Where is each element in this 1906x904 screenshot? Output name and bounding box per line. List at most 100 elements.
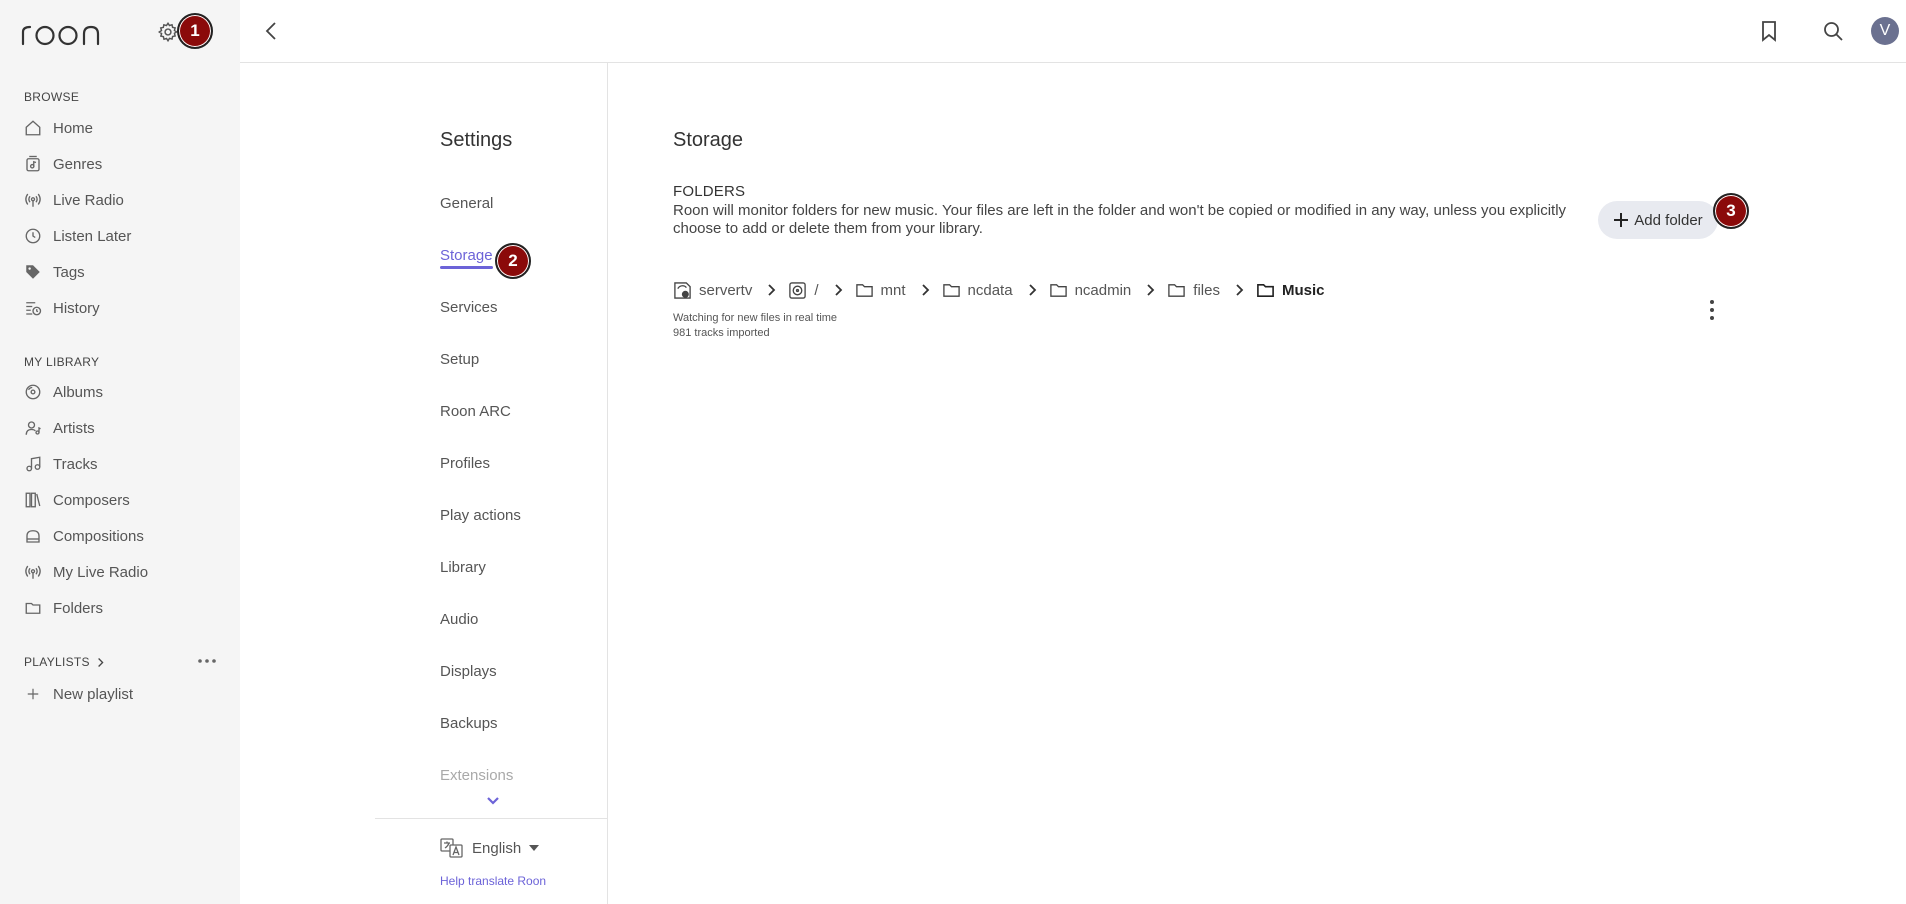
sidebar-item-home[interactable]: Home: [24, 113, 224, 143]
folder-icon: [1167, 281, 1186, 300]
top-bar: V: [240, 0, 1906, 63]
sidebar-item-folders[interactable]: Folders: [24, 593, 224, 623]
sidebar-item-label: Folders: [53, 599, 104, 617]
path-crumb-label: ncadmin: [1074, 281, 1132, 299]
composition-icon: [24, 527, 42, 545]
settings-nav-profiles[interactable]: Profiles: [440, 455, 490, 472]
new-playlist-button[interactable]: New playlist: [24, 679, 224, 709]
my-library-section-label: MY LIBRARY: [24, 355, 100, 369]
path-crumb-files[interactable]: files: [1167, 281, 1220, 300]
path-crumb-label: Music: [1281, 281, 1325, 299]
bookmark-icon[interactable]: [1757, 19, 1781, 43]
add-folder-button[interactable]: Add folder: [1598, 201, 1718, 239]
sidebar-item-albums[interactable]: Albums: [24, 377, 224, 407]
chevron-right-icon: [765, 283, 779, 297]
sidebar-item-label: Home: [53, 119, 94, 137]
settings-title: Settings: [440, 129, 513, 151]
sidebar-item-history[interactable]: History: [24, 293, 224, 323]
disk-icon: [788, 281, 807, 300]
radio-icon: [24, 563, 42, 581]
sidebar-item-label: Artists: [53, 419, 95, 437]
annotation-badge-2: 2: [495, 243, 531, 279]
settings-nav-setup[interactable]: Setup: [440, 351, 479, 368]
settings-nav-general[interactable]: General: [440, 195, 493, 212]
sidebar-item-live-radio[interactable]: Live Radio: [24, 185, 224, 215]
playlists-label: PLAYLISTS: [24, 655, 90, 669]
sidebar-item-listen-later[interactable]: Listen Later: [24, 221, 224, 251]
language-select[interactable]: English: [440, 838, 540, 858]
plus-icon: [1613, 212, 1629, 228]
sidebar-item-tracks[interactable]: Tracks: [24, 449, 224, 479]
sidebar-item-label: Compositions: [53, 527, 144, 545]
settings-nav-backups[interactable]: Backups: [440, 715, 498, 732]
chevron-right-icon: [97, 657, 105, 668]
sidebar-item-genres[interactable]: Genres: [24, 149, 224, 179]
playlists-more-icon[interactable]: [196, 653, 218, 669]
sidebar: BROWSE Home Genres Live Radio Listen Lat…: [0, 0, 240, 904]
settings-nav-services[interactable]: Services: [440, 299, 498, 316]
path-crumb-ncdata[interactable]: ncdata: [942, 281, 1013, 300]
path-crumb-ncadmin[interactable]: ncadmin: [1049, 281, 1132, 300]
path-crumb-root[interactable]: /: [788, 281, 819, 300]
sidebar-item-label: Albums: [53, 383, 104, 401]
page-title: Storage: [673, 129, 744, 151]
sidebar-item-label: My Live Radio: [53, 563, 149, 581]
sidebar-item-artists[interactable]: Artists: [24, 413, 224, 443]
settings-nav-play-actions[interactable]: Play actions: [440, 507, 521, 524]
clock-icon: [24, 227, 42, 245]
sidebar-item-label: Live Radio: [53, 191, 124, 209]
path-crumb-server[interactable]: servertv: [673, 281, 752, 300]
sidebar-item-label: Tracks: [53, 455, 98, 473]
home-icon: [24, 119, 42, 137]
plus-icon: [24, 685, 42, 703]
playlists-section-header[interactable]: PLAYLISTS: [24, 655, 105, 669]
chevron-right-icon: [1144, 283, 1158, 297]
chevron-right-icon: [919, 283, 933, 297]
translate-icon: [440, 838, 464, 858]
user-avatar[interactable]: V: [1871, 17, 1899, 45]
settings-nav-extensions[interactable]: Extensions: [440, 767, 513, 784]
genres-icon: [24, 155, 42, 173]
network-drive-icon: [673, 281, 692, 300]
folders-description: Roon will monitor folders for new music.…: [673, 202, 1567, 237]
folder-icon: [24, 599, 42, 617]
settings-nav-library[interactable]: Library: [440, 559, 486, 576]
folder-icon: [1256, 281, 1275, 300]
folder-icon: [1049, 281, 1068, 300]
sidebar-item-label: Listen Later: [53, 227, 132, 245]
chevron-right-icon: [832, 283, 846, 297]
path-crumb-mnt[interactable]: mnt: [855, 281, 906, 300]
settings-gear-icon[interactable]: [157, 21, 179, 43]
caret-down-icon: [529, 845, 540, 851]
folder-path-breadcrumb: servertv / mnt ncdata ncadmin files Musi…: [673, 279, 1324, 301]
settings-nav-displays[interactable]: Displays: [440, 663, 497, 680]
chevron-right-icon: [1233, 283, 1247, 297]
chevron-down-icon[interactable]: [485, 794, 501, 808]
annotation-badge-3: 3: [1713, 193, 1749, 229]
path-crumb-music[interactable]: Music: [1256, 281, 1325, 300]
folders-heading: FOLDERS: [673, 183, 746, 200]
settings-nav-panel: Settings General Storage Services Setup …: [240, 63, 608, 904]
help-translate-link[interactable]: Help translate Roon: [440, 874, 546, 888]
tag-icon: [24, 263, 42, 281]
search-icon[interactable]: [1821, 19, 1845, 43]
settings-nav-roon-arc[interactable]: Roon ARC: [440, 403, 511, 420]
settings-nav-audio[interactable]: Audio: [440, 611, 478, 628]
sidebar-item-label: History: [53, 299, 100, 317]
folder-icon: [942, 281, 961, 300]
back-arrow-icon[interactable]: [260, 19, 284, 43]
album-icon: [24, 383, 42, 401]
radio-icon: [24, 191, 42, 209]
sidebar-item-compositions[interactable]: Compositions: [24, 521, 224, 551]
path-crumb-label: servertv: [699, 281, 753, 299]
sidebar-item-my-live-radio[interactable]: My Live Radio: [24, 557, 224, 587]
sidebar-item-composers[interactable]: Composers: [24, 485, 224, 515]
history-icon: [24, 299, 42, 317]
folder-options-icon[interactable]: [1702, 298, 1722, 322]
watch-status: Watching for new files in real time: [673, 312, 838, 324]
sidebar-item-tags[interactable]: Tags: [24, 257, 224, 287]
settings-nav-storage[interactable]: Storage: [440, 247, 493, 269]
roon-logo[interactable]: [20, 12, 110, 52]
artist-icon: [24, 419, 42, 437]
path-crumb-label: ncdata: [967, 281, 1013, 299]
